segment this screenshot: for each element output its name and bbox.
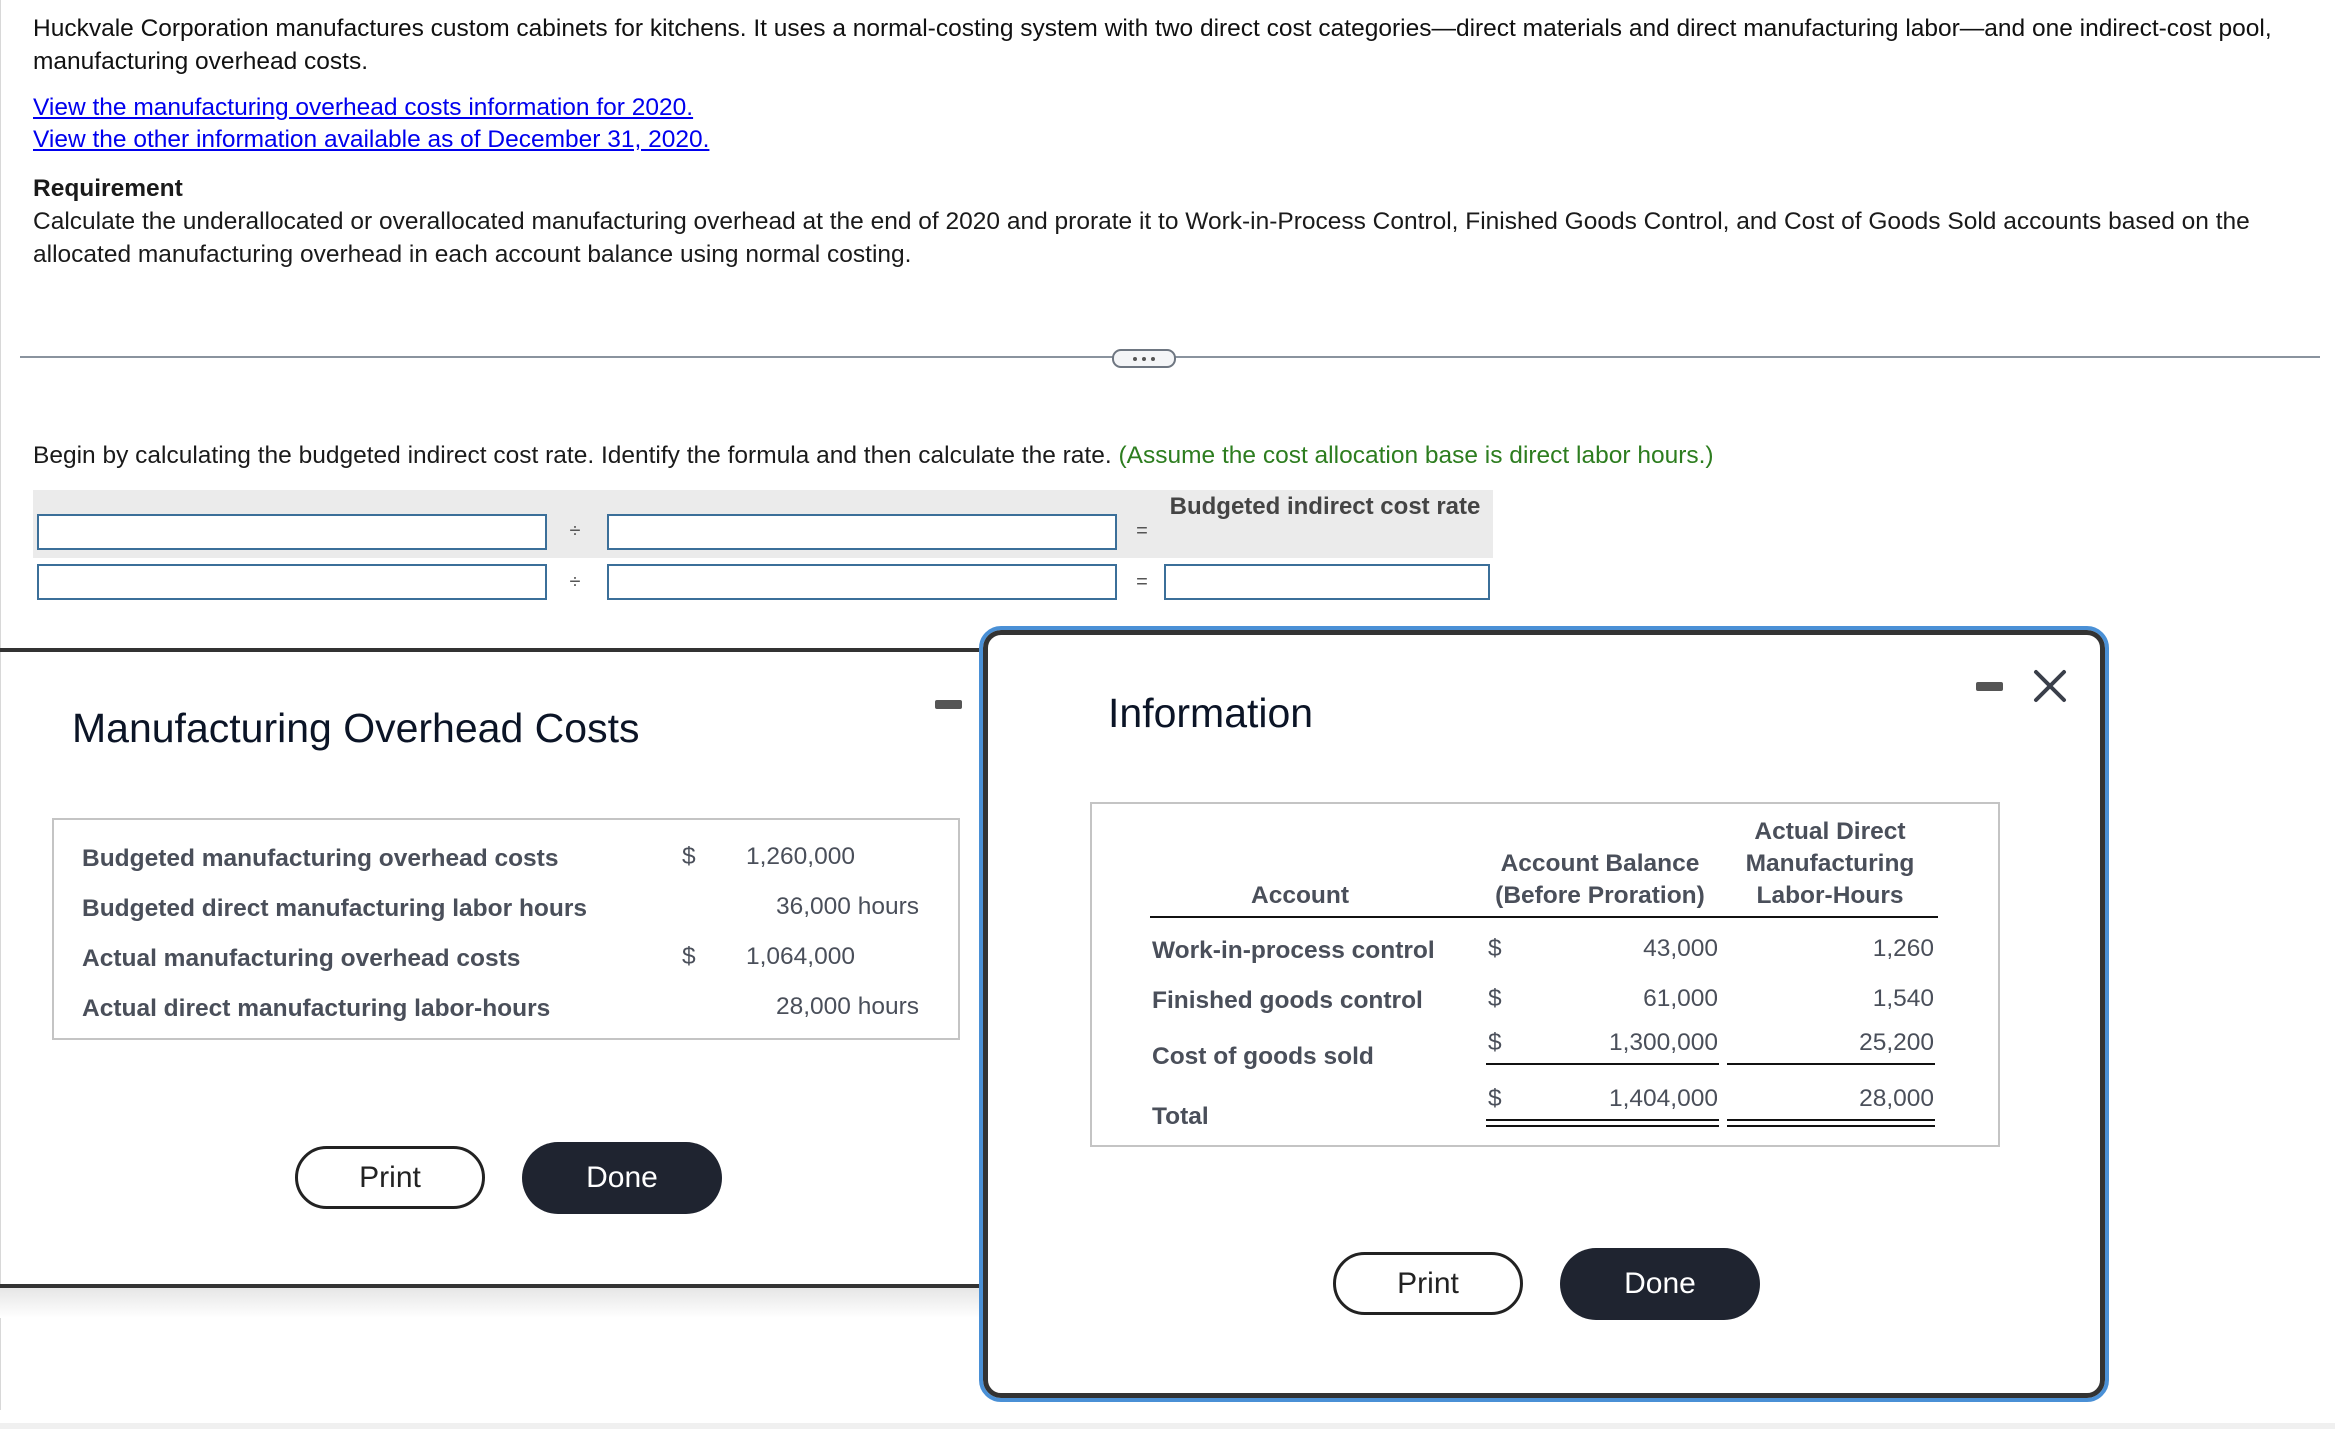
account-name: Work-in-process control [1152,937,1435,964]
overhead-print-button[interactable]: Print [295,1146,485,1209]
divide-symbol: ÷ [569,520,581,542]
divide-symbol: ÷ [569,571,581,593]
account-name: Cost of goods sold [1152,1043,1374,1070]
labor-hours: 25,200 [1859,1029,1934,1056]
account-balance: 1,300,000 [1609,1029,1718,1056]
header-balance-line1: Account Balance [1500,850,1700,877]
header-account: Account [1251,882,1349,909]
total-double-rule [1727,1119,1935,1121]
overhead-popup-title: Manufacturing Overhead Costs [72,705,640,751]
labor-hours: 28,000 [1859,1085,1934,1112]
requirement-body: Calculate the underallocated or overallo… [33,208,2250,268]
expand-more-button[interactable] [1112,349,1176,368]
row-unit: hours [857,893,920,920]
account-balance: 43,000 [1643,935,1718,962]
labor-hours: 1,540 [1872,985,1934,1012]
table-row: Budgeted manufacturing overhead costs [82,845,558,873]
page-left-border [0,0,1,1410]
formula-numerator-label-input[interactable] [37,514,547,550]
currency-symbol: $ [682,943,696,970]
account-balance: 1,404,000 [1609,1085,1718,1112]
budgeted-rate-input[interactable] [1164,564,1490,600]
reference-links: View the manufacturing overhead costs in… [33,92,709,156]
row-unit: hours [857,993,920,1020]
subtotal-rule [1486,1063,1719,1065]
row-label: Budgeted direct manufacturing labor hour… [82,895,588,922]
problem-intro: Huckvale Corporation manufactures custom… [33,15,2272,75]
subtotal-rule [1727,1063,1935,1065]
currency-symbol: $ [1488,1029,1502,1056]
row-value: 28,000 hours [776,993,919,1021]
budgeted-rate-header: Budgeted indirect cost rate [1169,493,1481,520]
account-balance: 61,000 [1643,985,1718,1012]
other-info-link[interactable]: View the other information available as … [33,124,709,156]
account-name: Total [1152,1103,1209,1130]
total-double-rule [1727,1125,1935,1127]
instruction-hint: (Assume the cost allocation base is dire… [1118,442,1714,469]
denominator-value-input[interactable] [607,564,1117,600]
info-print-button[interactable]: Print [1333,1252,1523,1315]
requirement-title: Requirement [33,175,183,202]
table-row: Budgeted direct manufacturing labor hour… [82,895,587,923]
row-value-number: 28,000 [776,993,851,1020]
dot-icon [1142,356,1146,361]
formula-denominator-label-input[interactable] [607,514,1117,550]
instruction-text: Begin by calculating the budgeted indire… [33,442,1112,469]
step-instruction: Begin by calculating the budgeted indire… [33,440,1714,472]
minimize-icon[interactable] [1976,682,2003,691]
popup-shadow [0,1288,985,1318]
overhead-done-button[interactable]: Done [522,1142,722,1214]
row-label: Budgeted manufacturing overhead costs [82,845,559,872]
header-hours-line2: Manufacturing [1745,850,1915,877]
table-row: Actual direct manufacturing labor-hours [82,995,550,1023]
info-done-button[interactable]: Done [1560,1248,1760,1320]
header-hours-line3: Labor-Hours [1756,882,1904,909]
total-double-rule [1486,1119,1719,1121]
dot-icon [1133,356,1137,361]
currency-symbol: $ [1488,1085,1502,1112]
header-balance-line2: (Before Proration) [1495,882,1705,909]
account-name: Finished goods control [1152,987,1423,1014]
minimize-icon[interactable] [935,700,962,709]
dot-icon [1151,356,1155,361]
labor-hours: 1,260 [1872,935,1934,962]
overhead-popup-top-border [0,648,985,652]
numerator-value-input[interactable] [37,564,547,600]
currency-symbol: $ [1488,935,1502,962]
information-popup-title: Information [1108,690,1314,736]
row-value: 1,064,000 [746,943,855,970]
row-value: 1,260,000 [746,843,855,870]
currency-symbol: $ [1488,985,1502,1012]
equals-symbol: = [1136,571,1148,593]
row-value: 36,000 hours [776,893,919,921]
equals-symbol: = [1136,520,1148,542]
row-label: Actual manufacturing overhead costs [82,945,521,972]
currency-symbol: $ [682,843,696,870]
close-icon[interactable] [2032,668,2068,704]
overhead-info-link[interactable]: View the manufacturing overhead costs in… [33,92,709,124]
table-row: Actual manufacturing overhead costs [82,945,520,973]
total-double-rule [1486,1125,1719,1127]
page-bottom-strip [0,1423,2335,1429]
row-value-number: 36,000 [776,893,851,920]
header-hours-line1: Actual Direct [1754,818,1906,845]
header-rule [1150,916,1938,918]
row-label: Actual direct manufacturing labor-hours [82,995,551,1022]
